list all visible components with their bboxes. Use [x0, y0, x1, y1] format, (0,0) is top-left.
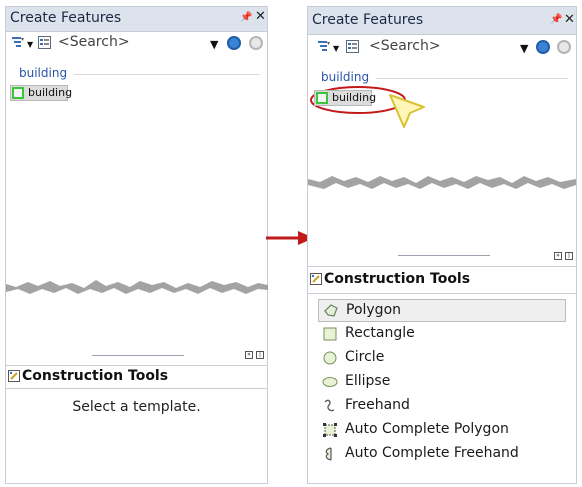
- right-template-label: building: [332, 91, 377, 104]
- right-construction-panel: » | Construction Tools Polygon Rectangle…: [307, 249, 577, 484]
- tool-rectangle-label: Rectangle: [345, 325, 415, 341]
- left-pane-icon[interactable]: |: [256, 351, 264, 359]
- left-template-building[interactable]: building: [10, 85, 72, 101]
- polygon-icon: [324, 304, 338, 317]
- right-splitter-grip[interactable]: [398, 255, 490, 256]
- left-create-features-panel: Create Features 📌 ✕ ▼ <Search> ▼ buildin…: [5, 6, 268, 484]
- tool-circle[interactable]: Circle: [318, 347, 566, 370]
- left-torn-edge: [6, 280, 268, 294]
- left-template-swatch-icon: [12, 87, 24, 99]
- left-title-bar: Create Features 📌 ✕: [6, 7, 267, 32]
- auto-complete-polygon-icon: [323, 423, 337, 437]
- rectangle-icon: [323, 327, 337, 341]
- freehand-icon: [324, 399, 335, 412]
- left-toolbar: ▼ <Search> ▼: [6, 32, 267, 56]
- left-search-input[interactable]: <Search>: [58, 34, 130, 50]
- left-splitter[interactable]: » |: [6, 349, 267, 361]
- left-manage-templates-icon[interactable]: [38, 36, 51, 49]
- right-search-input[interactable]: <Search>: [369, 38, 441, 54]
- right-manage-templates-icon[interactable]: [346, 40, 359, 53]
- left-template-label: building: [28, 86, 73, 99]
- left-pin-icon[interactable]: 📌: [240, 12, 252, 23]
- tool-freehand-label: Freehand: [345, 397, 410, 413]
- right-construction-title: Construction Tools: [324, 271, 471, 287]
- right-panel-title: Create Features: [312, 12, 424, 28]
- tool-auto-complete-freehand[interactable]: Auto Complete Freehand: [318, 443, 566, 466]
- left-filter-dropdown-icon[interactable]: ▼: [27, 40, 33, 49]
- right-collapse-icon[interactable]: »: [554, 252, 562, 260]
- mouse-pointer-icon: [389, 94, 425, 128]
- right-pane-icon[interactable]: |: [565, 252, 573, 260]
- right-toolbar: ▼ <Search> ▼: [308, 35, 576, 59]
- right-search-dropdown-icon[interactable]: ▼: [520, 42, 528, 55]
- right-template-swatch-icon: [316, 92, 328, 104]
- right-close-icon[interactable]: ✕: [564, 12, 575, 27]
- right-filter-dropdown-icon[interactable]: ▼: [333, 44, 339, 53]
- tool-auto-complete-freehand-label: Auto Complete Freehand: [345, 445, 519, 461]
- left-close-icon[interactable]: ✕: [255, 9, 266, 24]
- right-construction-header: Construction Tools: [308, 266, 576, 294]
- right-splitter[interactable]: » |: [308, 249, 576, 261]
- left-construction-tools-icon: [8, 370, 20, 382]
- right-title-bar: Create Features 📌 ✕: [308, 7, 576, 35]
- left-collapse-icon[interactable]: »: [245, 351, 253, 359]
- right-search-icon[interactable]: [536, 40, 550, 54]
- tool-rectangle[interactable]: Rectangle: [318, 323, 566, 346]
- right-torn-edge: [308, 176, 576, 189]
- left-filter-icon[interactable]: [12, 36, 25, 49]
- right-template-building[interactable]: building: [314, 90, 376, 106]
- tool-auto-complete-polygon-label: Auto Complete Polygon: [345, 421, 509, 437]
- right-clear-search-icon[interactable]: [557, 40, 571, 54]
- left-select-template-message: Select a template.: [72, 399, 201, 415]
- tool-polygon-label: Polygon: [346, 302, 402, 318]
- right-group-divider: [376, 78, 568, 79]
- left-construction-title: Construction Tools: [22, 368, 169, 384]
- right-create-features-panel: Create Features 📌 ✕ ▼ <Search> ▼ buildin…: [307, 6, 577, 250]
- tool-circle-label: Circle: [345, 349, 385, 365]
- tool-freehand[interactable]: Freehand: [318, 395, 566, 418]
- auto-complete-freehand-icon: [325, 447, 332, 461]
- ellipse-icon: [322, 377, 338, 387]
- tool-ellipse[interactable]: Ellipse: [318, 371, 566, 394]
- tool-polygon[interactable]: Polygon: [318, 299, 566, 322]
- left-search-dropdown-icon[interactable]: ▼: [210, 38, 218, 51]
- circle-icon: [323, 351, 337, 365]
- right-filter-icon[interactable]: [318, 40, 331, 53]
- tool-ellipse-label: Ellipse: [345, 373, 391, 389]
- right-group-name: building: [321, 70, 370, 84]
- left-group-name: building: [19, 66, 68, 80]
- left-clear-search-icon[interactable]: [249, 36, 263, 50]
- left-splitter-grip[interactable]: [92, 355, 184, 356]
- left-search-icon[interactable]: [227, 36, 241, 50]
- right-construction-tools-icon: [310, 273, 322, 285]
- left-group-divider: [74, 74, 260, 75]
- left-construction-header: Construction Tools: [6, 365, 267, 389]
- left-panel-title: Create Features: [10, 10, 122, 26]
- tool-auto-complete-polygon[interactable]: Auto Complete Polygon: [318, 419, 566, 442]
- right-pin-icon[interactable]: 📌: [550, 14, 562, 25]
